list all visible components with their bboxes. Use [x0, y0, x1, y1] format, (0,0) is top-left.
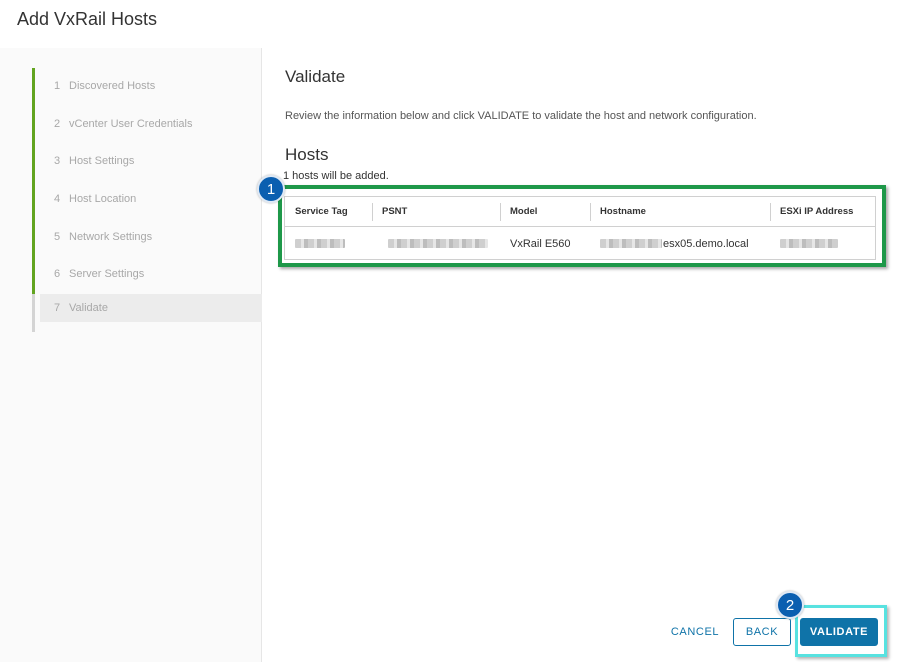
- step-number: 4: [54, 193, 61, 206]
- column-header-esxi-ip[interactable]: ESXi IP Address: [770, 197, 877, 226]
- hosts-count-text: 1 hosts will be added.: [283, 170, 389, 182]
- dialog-title: Add VxRail Hosts: [17, 9, 158, 29]
- back-button[interactable]: BACK: [733, 618, 791, 646]
- step-vcenter-user-credentials[interactable]: 2 vCenter User Credentials: [32, 105, 262, 144]
- step-label: Server Settings: [69, 268, 145, 281]
- column-header-hostname[interactable]: Hostname: [590, 197, 770, 226]
- table-row[interactable]: VxRail E560 esx05.demo.local: [285, 228, 875, 259]
- column-header-psnt[interactable]: PSNT: [372, 197, 500, 226]
- cell-model: VxRail E560: [510, 237, 571, 250]
- cell-psnt: [372, 228, 500, 259]
- step-number: 3: [54, 155, 61, 168]
- cell-hostname: esx05.demo.local: [590, 228, 770, 259]
- hosts-heading: Hosts: [285, 145, 329, 164]
- redacted-value: [600, 239, 662, 248]
- table-header: Service Tag PSNT Model Hostname ESXi IP …: [285, 197, 875, 227]
- callout-badge-2: 2: [776, 591, 804, 619]
- validate-button[interactable]: VALIDATE: [800, 618, 878, 646]
- step-number: 5: [54, 230, 61, 243]
- main-content: Validate Review the information below an…: [257, 48, 909, 662]
- page-title: Validate: [285, 67, 346, 86]
- redacted-value: [780, 239, 838, 248]
- step-network-settings[interactable]: 5 Network Settings: [32, 218, 262, 257]
- step-label: Host Settings: [69, 155, 135, 168]
- column-header-service-tag[interactable]: Service Tag: [285, 197, 372, 226]
- step-label: Validate: [69, 302, 108, 315]
- cancel-button[interactable]: CANCEL: [665, 618, 725, 646]
- column-header-model[interactable]: Model: [500, 197, 590, 226]
- wizard-sidebar: 1 Discovered Hosts 2 vCenter User Credenti…: [0, 48, 262, 662]
- title-bar: Add VxRail Hosts: [0, 0, 909, 48]
- step-host-location[interactable]: 4 Host Location: [32, 181, 262, 219]
- step-host-settings[interactable]: 3 Host Settings: [32, 143, 262, 182]
- cell-esxi-ip: [770, 228, 877, 259]
- step-label: vCenter User Credentials: [69, 117, 193, 130]
- step-label: Host Location: [69, 193, 137, 206]
- wizard-steps: 1 Discovered Hosts 2 vCenter User Credenti…: [32, 68, 262, 333]
- hosts-table: Service Tag PSNT Model Hostname ESXi IP …: [284, 196, 876, 260]
- step-server-settings[interactable]: 6 Server Settings: [32, 256, 262, 295]
- callout-badge-1: 1: [257, 175, 285, 203]
- step-number: 2: [54, 117, 61, 130]
- step-discovered-hosts[interactable]: 1 Discovered Hosts: [32, 68, 262, 106]
- redacted-value: [295, 239, 345, 248]
- instructions-text: Review the information below and click V…: [285, 110, 757, 122]
- step-label: Discovered Hosts: [69, 80, 156, 92]
- step-validate[interactable]: 7 Validate: [32, 294, 262, 333]
- step-number: 1: [54, 80, 61, 92]
- cell-service-tag: [285, 228, 372, 259]
- step-number: 6: [54, 268, 61, 281]
- step-label: Network Settings: [69, 230, 153, 243]
- step-number: 7: [54, 302, 61, 315]
- redacted-value: [388, 239, 488, 248]
